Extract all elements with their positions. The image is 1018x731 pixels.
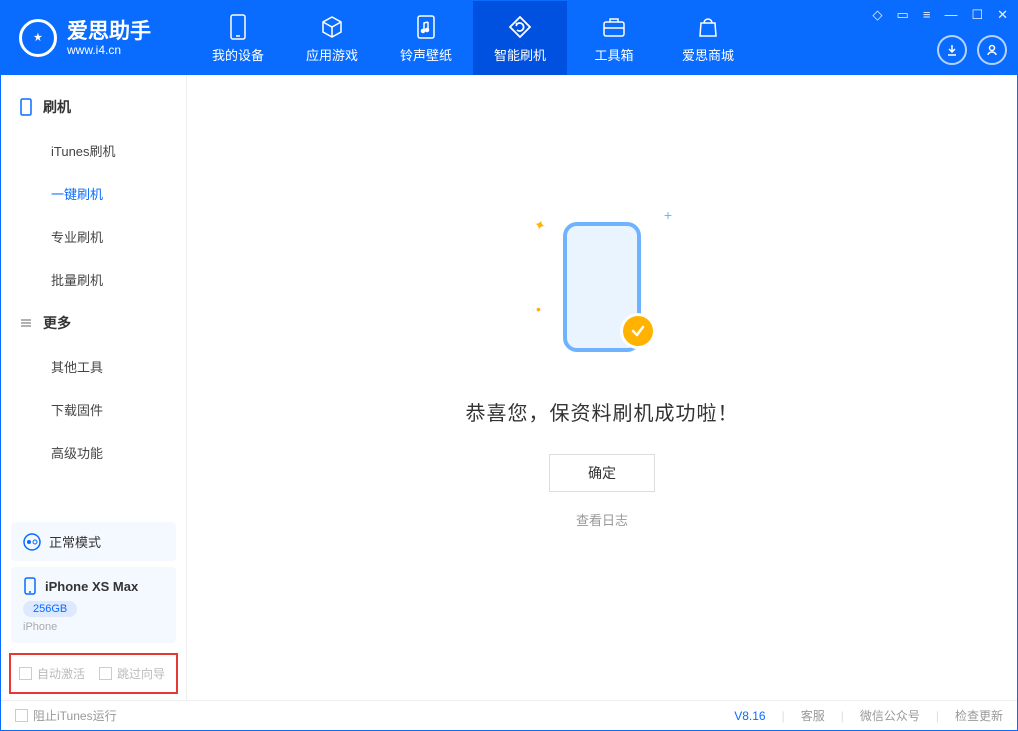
success-message: 恭喜您，保资料刷机成功啦！ (466, 397, 739, 426)
nav-tabs: 我的设备 应用游戏 铃声壁纸 智能刷机 工具箱 爱思商城 (191, 1, 755, 75)
device-type: iPhone (23, 621, 164, 633)
sidebar-item-batch-flash[interactable]: 批量刷机 (1, 258, 186, 301)
checkbox-auto-activate[interactable]: 自动激活 (19, 665, 85, 682)
user-button[interactable] (977, 35, 1007, 65)
nav-tab-toolbox[interactable]: 工具箱 (567, 1, 661, 75)
footer-left: 阻止iTunes运行 (15, 707, 117, 724)
logo-icon (19, 19, 57, 57)
checkbox-label: 跳过向导 (117, 665, 165, 682)
refresh-icon (507, 13, 533, 41)
mode-icon (23, 533, 41, 551)
device-name-row: iPhone XS Max (23, 577, 164, 595)
nav-label: 我的设备 (212, 45, 264, 64)
bag-icon (696, 13, 720, 41)
checkbox-icon (15, 709, 28, 722)
divider: | (841, 709, 844, 723)
sidebar-section-flash[interactable]: 刷机 (1, 85, 186, 129)
divider: | (782, 709, 785, 723)
footer-link-support[interactable]: 客服 (801, 707, 825, 724)
nav-tab-shop[interactable]: 爱思商城 (661, 1, 755, 75)
sidebar-item-other-tools[interactable]: 其他工具 (1, 345, 186, 388)
sidebar-item-advanced[interactable]: 高级功能 (1, 431, 186, 474)
device-icon (23, 577, 37, 595)
sidebar-item-pro-flash[interactable]: 专业刷机 (1, 215, 186, 258)
mode-label: 正常模式 (49, 532, 101, 551)
theme-icon[interactable]: ◇ (870, 5, 886, 25)
cube-icon (319, 13, 345, 41)
divider: | (936, 709, 939, 723)
nav-label: 爱思商城 (682, 45, 734, 64)
checkbox-icon (19, 667, 32, 680)
footer-link-update[interactable]: 检查更新 (955, 707, 1003, 724)
download-button[interactable] (937, 35, 967, 65)
music-icon (415, 13, 437, 41)
sparkle-icon: + (664, 207, 672, 223)
more-icon (19, 316, 33, 330)
nav-label: 智能刷机 (494, 45, 546, 64)
sparkle-icon: ✦ (532, 215, 548, 234)
section-title: 刷机 (43, 97, 71, 117)
nav-label: 铃声壁纸 (400, 45, 452, 64)
maximize-button[interactable]: ☐ (968, 5, 986, 25)
body-area: 刷机 iTunes刷机 一键刷机 专业刷机 批量刷机 更多 其他工具 下载固件 … (1, 75, 1017, 700)
nav-tab-ringtone[interactable]: 铃声壁纸 (379, 1, 473, 75)
checkbox-highlight-area: 自动激活 跳过向导 (9, 653, 178, 694)
toolbox-icon (601, 13, 627, 41)
minimize-button[interactable]: — (941, 5, 960, 25)
nav-label: 应用游戏 (306, 45, 358, 64)
sidebar-item-onekey-flash[interactable]: 一键刷机 (1, 172, 186, 215)
version-label: V8.16 (734, 709, 765, 723)
device-storage: 256GB (23, 601, 77, 617)
checkbox-block-itunes[interactable]: 阻止iTunes运行 (15, 707, 117, 724)
checkbox-skip-wizard[interactable]: 跳过向导 (99, 665, 165, 682)
sidebar-content: 刷机 iTunes刷机 一键刷机 专业刷机 批量刷机 更多 其他工具 下载固件 … (1, 75, 186, 516)
section-title: 更多 (43, 313, 71, 333)
window-controls: ◇ ▭ ≡ — ☐ ✕ (870, 5, 1011, 25)
view-log-link[interactable]: 查看日志 (576, 510, 628, 529)
header-action-icons (937, 35, 1007, 65)
device-icon (229, 13, 247, 41)
sparkle-icon: • (536, 301, 541, 317)
app-name: 爱思助手 (67, 21, 151, 42)
nav-tab-device[interactable]: 我的设备 (191, 1, 285, 75)
checkbox-label: 阻止iTunes运行 (33, 707, 117, 724)
menu-icon[interactable]: ▭ (894, 5, 912, 25)
footer-right: V8.16 | 客服 | 微信公众号 | 检查更新 (734, 707, 1003, 724)
nav-tab-apps[interactable]: 应用游戏 (285, 1, 379, 75)
nav-label: 工具箱 (594, 45, 633, 64)
phone-icon (19, 98, 33, 116)
ok-button[interactable]: 确定 (549, 454, 655, 492)
app-url: www.i4.cn (67, 44, 151, 56)
main-content: ✦ + • 恭喜您，保资料刷机成功啦！ 确定 查看日志 (187, 75, 1017, 700)
check-badge-icon (620, 313, 656, 349)
app-header: 爱思助手 www.i4.cn 我的设备 应用游戏 铃声壁纸 智能刷机 工具箱 爱… (1, 1, 1017, 75)
nav-tab-flash[interactable]: 智能刷机 (473, 1, 567, 75)
logo-area: 爱思助手 www.i4.cn (1, 19, 191, 57)
list-icon[interactable]: ≡ (920, 5, 934, 25)
sidebar-section-more[interactable]: 更多 (1, 301, 186, 345)
sidebar-bottom: 正常模式 iPhone XS Max 256GB iPhone 自动激活 跳过向… (1, 516, 186, 700)
footer: 阻止iTunes运行 V8.16 | 客服 | 微信公众号 | 检查更新 (1, 700, 1017, 730)
sidebar-item-download-firmware[interactable]: 下载固件 (1, 388, 186, 431)
close-button[interactable]: ✕ (994, 5, 1011, 25)
sidebar: 刷机 iTunes刷机 一键刷机 专业刷机 批量刷机 更多 其他工具 下载固件 … (1, 75, 187, 700)
footer-link-wechat[interactable]: 微信公众号 (860, 707, 920, 724)
success-illustration: ✦ + • (502, 207, 702, 367)
device-name: iPhone XS Max (45, 579, 138, 594)
checkbox-icon (99, 667, 112, 680)
device-card[interactable]: iPhone XS Max 256GB iPhone (11, 567, 176, 643)
mode-card[interactable]: 正常模式 (11, 522, 176, 561)
sidebar-item-itunes-flash[interactable]: iTunes刷机 (1, 129, 186, 172)
checkbox-label: 自动激活 (37, 665, 85, 682)
